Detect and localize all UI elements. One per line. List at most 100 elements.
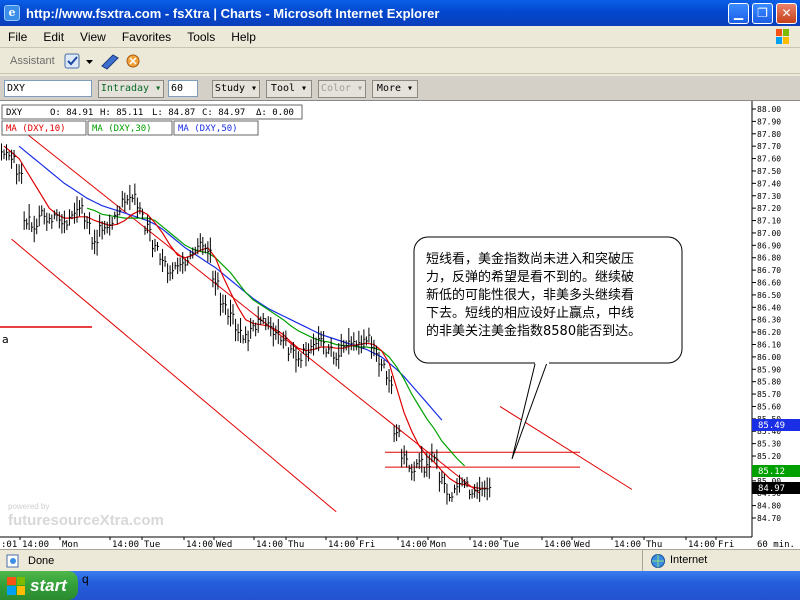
annotation-line-4: 下去。短线的相应设好止赢点，中线	[426, 305, 634, 321]
x-tick-label: Tue	[503, 540, 519, 549]
y-tick-label: 86.00	[757, 353, 781, 362]
y-tick-label: 87.50	[757, 167, 781, 176]
interval-mode-dropdown[interactable]: Intraday ▾	[98, 80, 164, 98]
y-tick-label: 87.70	[757, 142, 781, 151]
watermark-top: powered by	[8, 502, 49, 511]
ie-window: e http://www.fsxtra.com - fsXtra | Chart…	[0, 0, 800, 600]
menu-edit[interactable]: Edit	[35, 30, 72, 44]
watermark-bottom: futuresourceXtra.com	[8, 512, 164, 529]
symbol-input[interactable]: DXY	[4, 80, 92, 97]
x-tick-label: Fri	[718, 540, 734, 549]
x-tick-label: Mon	[430, 540, 446, 549]
x-tick-label: 14:00	[256, 540, 283, 549]
assistant-checklist-icon[interactable]	[63, 52, 85, 70]
x-tick-label: 14:00	[544, 540, 571, 549]
ma30-price-tag: 85.12	[758, 467, 785, 477]
chart-toolbar: DXY Intraday ▾ 60 Study ▾ Tool ▾ Color ▾…	[0, 76, 800, 101]
windows-logo-icon	[776, 29, 789, 44]
x-axis-corner: :01	[1, 540, 17, 549]
annotation-line-5: 的非美关注美金指数8580能否到达。	[426, 323, 641, 339]
quote-change: Δ: 0.00	[256, 108, 294, 118]
x-tick-label: 14:00	[22, 540, 49, 549]
y-tick-label: 87.80	[757, 130, 781, 139]
x-tick-label: Wed	[216, 540, 232, 549]
maximize-button[interactable]: ❐	[752, 3, 773, 24]
eraser-icon[interactable]	[123, 52, 147, 70]
page-content: DXY Intraday ▾ 60 Study ▾ Tool ▾ Color ▾…	[0, 76, 800, 549]
menu-favorites[interactable]: Favorites	[114, 30, 179, 44]
price-chart[interactable]: 88.00 87.90 87.80 87.70 87.60 87.50 87.40 87.30…	[0, 101, 800, 549]
more-dropdown[interactable]: More ▾	[372, 80, 418, 98]
last-price-tag: 84.97	[758, 484, 785, 494]
y-tick-label: 86.50	[757, 291, 781, 300]
assistant-toolbar: Assistant	[0, 49, 800, 74]
quote-symbol: DXY	[6, 108, 23, 118]
window-title: http://www.fsxtra.com - fsXtra | Charts …	[26, 5, 440, 21]
y-tick-label: 87.10	[757, 217, 781, 226]
y-tick-label: 86.10	[757, 340, 781, 349]
study-dropdown[interactable]: Study ▾	[212, 80, 260, 98]
x-tick-label: 14:00	[688, 540, 715, 549]
tool-dropdown[interactable]: Tool ▾	[266, 80, 312, 98]
y-tick-label: 85.90	[757, 365, 781, 374]
taskbar: start q	[0, 571, 800, 600]
y-tick-label: 84.70	[757, 514, 781, 523]
status-divider	[642, 550, 643, 572]
y-tick-label: 84.80	[757, 502, 781, 511]
menu-file[interactable]: File	[0, 30, 35, 44]
more-label: More	[376, 83, 402, 94]
ma30-legend: MA (DXY,30)	[92, 124, 152, 134]
menu-help[interactable]: Help	[223, 30, 264, 44]
start-label: start	[30, 575, 67, 595]
minimize-button[interactable]: ▁	[728, 3, 749, 24]
annotation-line-2: 力，反弹的希望是看不到的。继续破	[426, 269, 634, 285]
menu-view[interactable]: View	[72, 30, 114, 44]
ma-legend: MA (DXY,10) MA (DXY,30) MA (DXY,50)	[1, 120, 259, 136]
x-tick-label: 14:00	[328, 540, 355, 549]
x-tick-label: 14:00	[112, 540, 139, 549]
quote-high: H: 85.11	[100, 108, 143, 118]
status-text: Done	[28, 554, 55, 567]
x-tick-label: 14:00	[472, 540, 499, 549]
start-button[interactable]: start	[0, 571, 78, 600]
tool-label: Tool	[270, 83, 296, 94]
x-tick-label: 14:00	[186, 540, 213, 549]
y-tick-label: 86.80	[757, 254, 781, 263]
y-tick-label: 87.40	[757, 179, 781, 188]
x-tick-label: 14:00	[614, 540, 641, 549]
y-tick-label: 86.40	[757, 303, 781, 312]
interval-value-input[interactable]: 60	[168, 80, 198, 97]
menu-bar: File Edit View Favorites Tools Help	[0, 26, 800, 48]
interval-mode-label: Intraday	[100, 83, 150, 94]
x-tick-label: Fri	[359, 540, 375, 549]
windows-flag-icon	[7, 576, 25, 595]
assistant-label: Assistant	[10, 55, 55, 67]
study-label: Study	[214, 83, 246, 94]
quote-close: C: 84.97	[202, 108, 245, 118]
y-tick-label: 88.00	[757, 105, 781, 114]
pen-icon[interactable]	[99, 52, 123, 70]
page-done-icon	[6, 554, 19, 567]
quote-open: O: 84.91	[50, 108, 93, 118]
internet-explorer-icon: e	[4, 5, 20, 21]
y-tick-label: 85.80	[757, 378, 781, 387]
taskbar-item[interactable]: q	[82, 572, 89, 586]
menu-tools[interactable]: Tools	[179, 30, 223, 44]
y-tick-label: 87.00	[757, 229, 781, 238]
y-tick-label: 86.70	[757, 266, 781, 275]
ma10-legend: MA (DXY,10)	[6, 124, 66, 134]
color-dropdown: Color ▾	[318, 80, 366, 98]
dropdown-arrow-icon[interactable]	[85, 52, 95, 70]
left-marker-label: a	[2, 333, 9, 346]
y-tick-label: 85.60	[757, 402, 781, 411]
color-label: Color	[320, 83, 352, 94]
y-tick-label: 86.30	[757, 316, 781, 325]
x-tick-label: Thu	[646, 540, 662, 549]
title-bar[interactable]: e http://www.fsxtra.com - fsXtra | Chart…	[0, 0, 800, 26]
y-tick-label: 87.20	[757, 204, 781, 213]
y-tick-label: 87.60	[757, 155, 781, 164]
annotation-line-1: 短线看，美金指数尚未进入和突破压	[426, 251, 634, 267]
y-tick-label: 85.70	[757, 390, 781, 399]
close-button[interactable]: ✕	[776, 3, 797, 24]
x-tick-label: Thu	[288, 540, 304, 549]
